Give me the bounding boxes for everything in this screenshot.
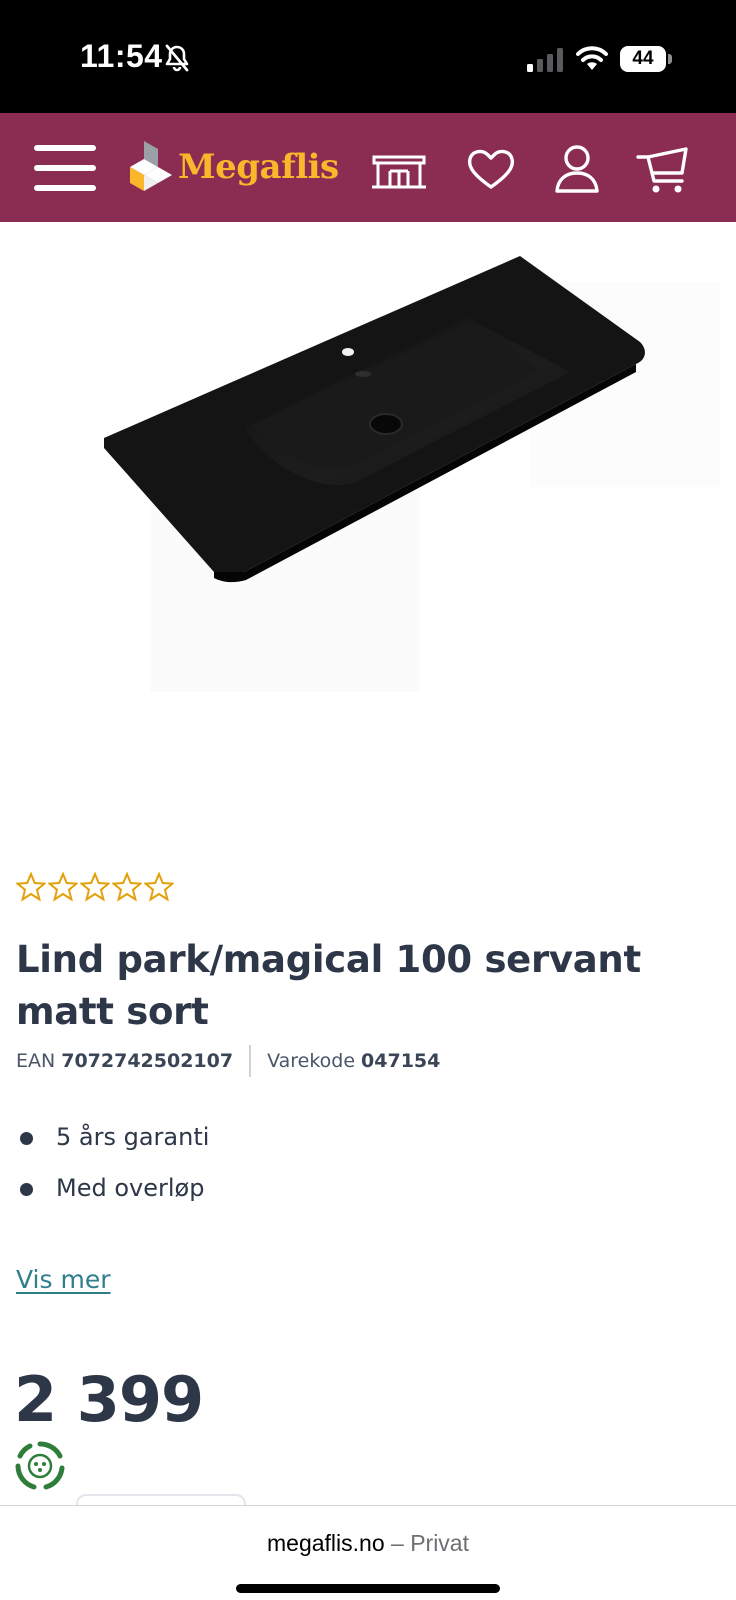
sink-image	[104, 256, 720, 692]
site-header: Megaflis	[0, 113, 736, 222]
star-empty-icon	[80, 872, 110, 902]
status-time: 11:54	[80, 38, 163, 74]
home-indicator[interactable]	[236, 1584, 500, 1593]
browser-domain: megaflis.no	[267, 1530, 385, 1556]
browser-mode: – Privat	[391, 1530, 469, 1556]
star-empty-icon	[112, 872, 142, 902]
feature-list: 5 års garanti Med overløp	[16, 1112, 209, 1214]
wifi-icon	[576, 46, 608, 70]
feature-item: Med overløp	[16, 1163, 209, 1214]
bell-slash-icon	[165, 44, 189, 72]
recycle-badge-icon	[15, 1441, 65, 1490]
browser-url[interactable]: megaflis.no – Privat	[0, 1530, 736, 1557]
hamburger-menu-icon[interactable]	[34, 143, 96, 193]
brand-name: Megaflis	[178, 147, 339, 187]
cellular-signal-icon	[527, 48, 563, 72]
ean-label: EAN	[16, 1050, 56, 1072]
cart-icon[interactable]	[634, 143, 692, 195]
store-icon[interactable]	[370, 143, 428, 195]
code-label: Varekode	[267, 1050, 356, 1072]
product-image[interactable]	[0, 222, 736, 822]
star-empty-icon	[144, 872, 174, 902]
star-empty-icon	[48, 872, 78, 902]
megaflis-logo[interactable]: Megaflis	[130, 139, 340, 199]
product-title: Lind park/magical 100 servant matt sort	[16, 938, 641, 1033]
battery-icon: 44	[620, 46, 672, 74]
star-empty-icon	[16, 872, 46, 902]
account-icon[interactable]	[548, 143, 606, 195]
status-bar: 11:54 44	[0, 0, 736, 113]
battery-level: 44	[620, 46, 666, 72]
show-more-link[interactable]: Vis mer	[16, 1265, 110, 1294]
feature-item: 5 års garanti	[16, 1112, 209, 1163]
codes-divider	[249, 1045, 252, 1077]
ean-value: 7072742502107	[61, 1050, 234, 1072]
code-value: 047154	[361, 1050, 441, 1072]
heart-icon[interactable]	[462, 143, 520, 195]
product-price: 2 399	[14, 1363, 204, 1436]
browser-address-bar[interactable]: megaflis.no – Privat	[0, 1505, 736, 1600]
product-codes: EAN 7072742502107 Varekode 047154	[16, 1045, 440, 1077]
logo-mark-icon	[130, 141, 172, 191]
rating-stars[interactable]	[16, 872, 174, 904]
